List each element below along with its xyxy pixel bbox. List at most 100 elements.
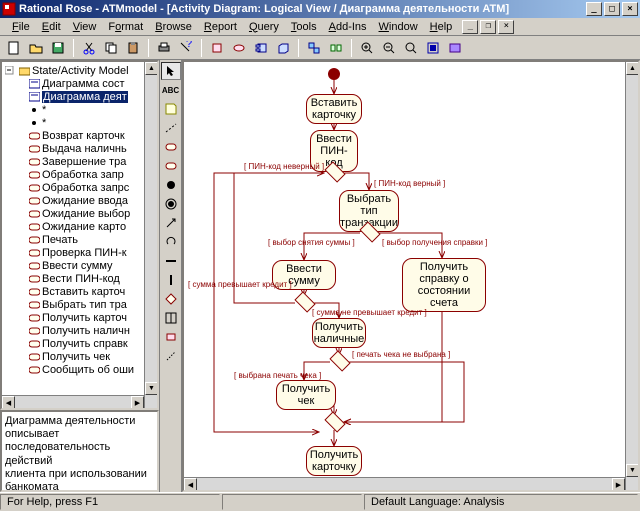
mdi-minimize-button[interactable]: _ <box>462 20 478 34</box>
zoom-out-button[interactable] <box>379 38 399 58</box>
open-button[interactable] <box>26 38 46 58</box>
tree-item[interactable]: * <box>4 116 157 129</box>
tree-item[interactable]: Получить справк <box>4 337 157 350</box>
activity-tool[interactable] <box>161 157 181 175</box>
menu-addins[interactable]: Add-Ins <box>323 20 373 34</box>
tree-item[interactable]: Вести ПИН-код <box>4 272 157 285</box>
pointer-tool[interactable] <box>161 62 181 80</box>
expander-icon[interactable] <box>4 65 16 76</box>
object-tool[interactable] <box>161 328 181 346</box>
print-button[interactable] <box>154 38 174 58</box>
menu-browse[interactable]: Browse <box>149 20 198 34</box>
canvas-scroll-left[interactable]: ◀ <box>184 478 197 491</box>
decision-tool[interactable] <box>161 290 181 308</box>
activity-insert-card[interactable]: Вставить карточку <box>306 94 362 124</box>
swimlane-tool[interactable] <box>161 309 181 327</box>
menu-report[interactable]: Report <box>198 20 243 34</box>
undo-fit-button[interactable] <box>423 38 443 58</box>
tree-item[interactable]: Возврат карточк <box>4 129 157 142</box>
paste-button[interactable] <box>123 38 143 58</box>
start-tool[interactable] <box>161 176 181 194</box>
tree-item[interactable]: Ввести сумму <box>4 259 157 272</box>
browse-deployment-button[interactable] <box>273 38 293 58</box>
tree-item[interactable]: Вставить карточ <box>4 285 157 298</box>
diagram-canvas[interactable]: Вставить карточку Ввести ПИН-код [ ПИН-к… <box>182 60 640 492</box>
menu-edit[interactable]: Edit <box>36 20 67 34</box>
help-context-button[interactable]: ? <box>176 38 196 58</box>
scroll-up-button[interactable]: ▲ <box>145 62 158 75</box>
cut-button[interactable] <box>79 38 99 58</box>
minimize-button[interactable]: _ <box>586 2 602 16</box>
activity-get-receipt[interactable]: Получить чек <box>276 380 336 410</box>
anchor-tool[interactable] <box>161 119 181 137</box>
transition-tool[interactable] <box>161 214 181 232</box>
menu-tools[interactable]: Tools <box>285 20 323 34</box>
canvas-vscroll[interactable]: ▲ ▼ <box>625 62 638 490</box>
maximize-button[interactable]: □ <box>604 2 620 16</box>
tree-item[interactable]: Обработка запр <box>4 168 157 181</box>
scroll-down-button[interactable]: ▼ <box>145 382 158 395</box>
tree-item[interactable]: * <box>4 103 157 116</box>
close-button[interactable]: × <box>622 2 638 16</box>
initial-node[interactable] <box>328 68 340 80</box>
state-tool[interactable] <box>161 138 181 156</box>
documentation-pane[interactable]: Диаграмма деятельности описывает последо… <box>0 410 159 492</box>
tree-item[interactable]: Завершение тра <box>4 155 157 168</box>
end-tool[interactable] <box>161 195 181 213</box>
tree-item[interactable]: Получить чек <box>4 350 157 363</box>
tree-vscroll[interactable]: ▲ ▼ <box>144 62 157 408</box>
tree-item[interactable]: Получить наличн <box>4 324 157 337</box>
save-button[interactable] <box>48 38 68 58</box>
tree-item[interactable]: Получить карточ <box>4 311 157 324</box>
activity-get-card[interactable]: Получить карточку <box>306 446 362 476</box>
canvas-scroll-right[interactable]: ▶ <box>612 478 625 491</box>
browse-previous-button[interactable] <box>326 38 346 58</box>
mdi-close-button[interactable]: × <box>498 20 514 34</box>
tree-item[interactable]: Обработка запрс <box>4 181 157 194</box>
tree-item[interactable]: Сообщить об оши <box>4 363 157 376</box>
objectflow-tool[interactable] <box>161 347 181 365</box>
menu-help[interactable]: Help <box>424 20 459 34</box>
tools-button[interactable] <box>445 38 465 58</box>
tree-item[interactable]: Печать <box>4 233 157 246</box>
canvas-scroll-up[interactable]: ▲ <box>626 62 639 75</box>
tree-item[interactable]: Проверка ПИН-к <box>4 246 157 259</box>
menu-query[interactable]: Query <box>243 20 285 34</box>
text-tool[interactable]: ABC <box>161 81 181 99</box>
merge-node[interactable] <box>324 411 345 432</box>
zoom-fit-button[interactable] <box>401 38 421 58</box>
decision-receipt[interactable] <box>329 350 350 371</box>
tree-item[interactable]: Ожидание выбор <box>4 207 157 220</box>
tree-item[interactable]: Выдача наличнь <box>4 142 157 155</box>
tree-hscroll[interactable]: ◀ ▶ <box>2 395 144 408</box>
browse-parent-button[interactable] <box>304 38 324 58</box>
note-tool[interactable] <box>161 100 181 118</box>
menu-file[interactable]: File <box>6 20 36 34</box>
model-tree[interactable]: State/Activity ModelДиаграмма состДиагра… <box>0 60 159 410</box>
menu-format[interactable]: Format <box>102 20 149 34</box>
activity-get-cash[interactable]: Получить наличные <box>312 318 366 348</box>
browse-component-button[interactable] <box>251 38 271 58</box>
scroll-left-button[interactable]: ◀ <box>2 396 15 409</box>
activity-get-balance[interactable]: Получить справку о состоянии счета <box>402 258 486 312</box>
copy-button[interactable] <box>101 38 121 58</box>
tree-item[interactable]: Выбрать тип тра <box>4 298 157 311</box>
menu-view[interactable]: View <box>67 20 103 34</box>
scroll-right-button[interactable]: ▶ <box>131 396 144 409</box>
menu-window[interactable]: Window <box>373 20 424 34</box>
mdi-restore-button[interactable]: ❐ <box>480 20 496 34</box>
tree-item[interactable]: Диаграмма деят <box>4 90 157 103</box>
hsync-tool[interactable] <box>161 252 181 270</box>
browse-usecase-button[interactable] <box>229 38 249 58</box>
browse-class-button[interactable] <box>207 38 227 58</box>
tree-item[interactable]: Ожидание ввода <box>4 194 157 207</box>
self-transition-tool[interactable] <box>161 233 181 251</box>
new-button[interactable] <box>4 38 24 58</box>
tree-root[interactable]: State/Activity Model <box>4 64 157 77</box>
canvas-hscroll[interactable]: ◀ ▶ <box>184 477 625 490</box>
canvas-scroll-down[interactable]: ▼ <box>626 464 639 477</box>
tree-item[interactable]: Ожидание карто <box>4 220 157 233</box>
vsync-tool[interactable] <box>161 271 181 289</box>
tree-item[interactable]: Диаграмма сост <box>4 77 157 90</box>
zoom-in-button[interactable] <box>357 38 377 58</box>
